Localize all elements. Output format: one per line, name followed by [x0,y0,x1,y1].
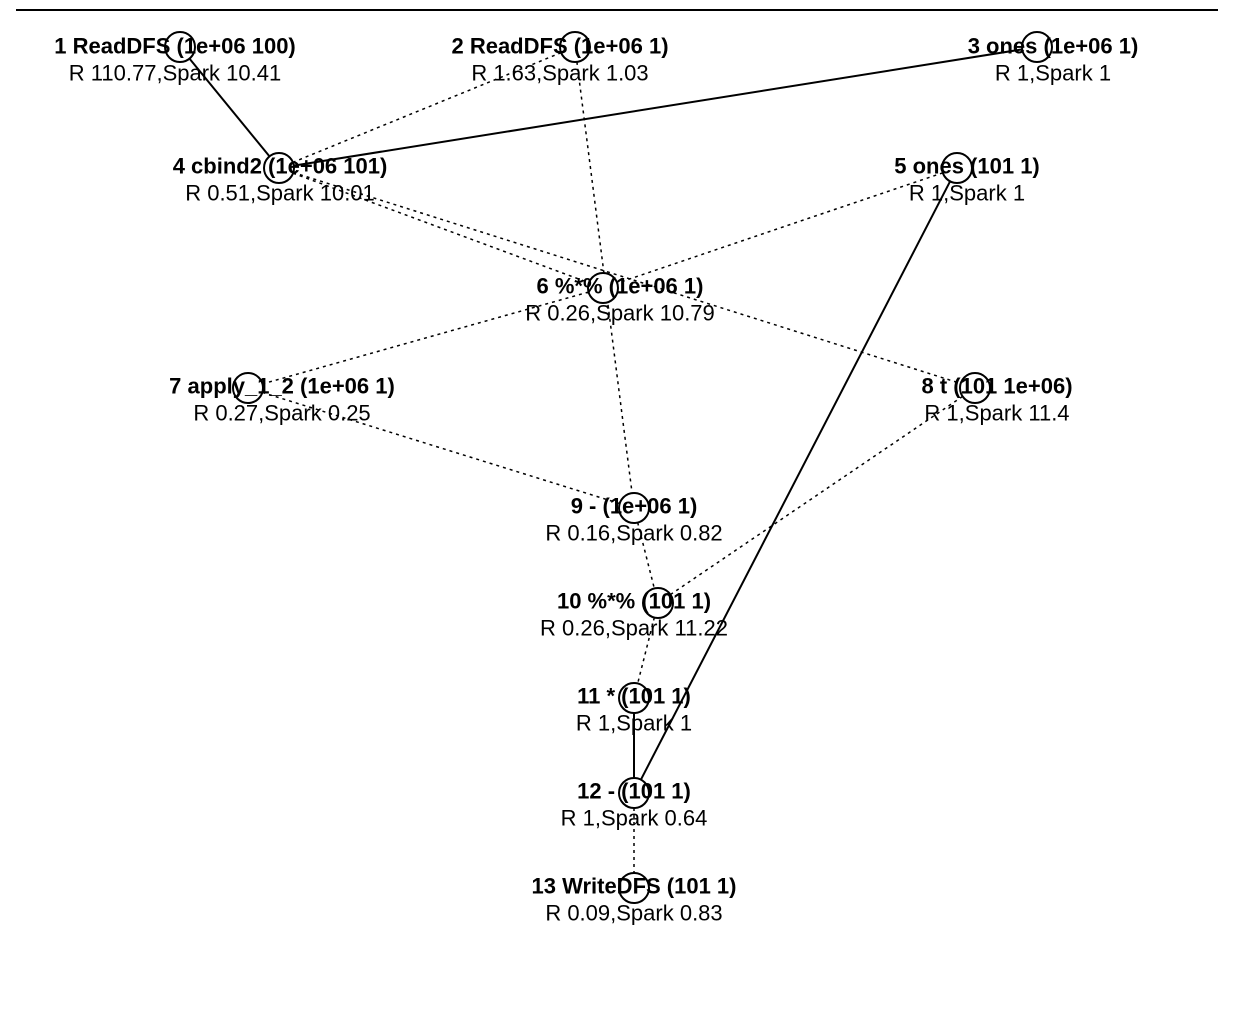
node-subtitle: R 0.51,Spark 10.01 [173,181,388,206]
node-13: 13 WriteDFS (101 1) R 0.09,Spark 0.83 [531,874,736,927]
node-title: 4 cbind2 (1e+06 101) [173,154,388,179]
node-title: 12 - (101 1) [561,779,708,804]
top-divider [16,9,1218,11]
node-8: 8 t (101 1e+06) R 1,Spark 11.4 [921,374,1072,427]
node-title: 3 ones (1e+06 1) [968,34,1139,59]
node-title: 13 WriteDFS (101 1) [531,874,736,899]
node-title: 1 ReadDFS (1e+06 100) [54,34,296,59]
node-title: 7 apply_1_2 (1e+06 1) [169,374,395,399]
node-title: 8 t (101 1e+06) [921,374,1072,399]
node-subtitle: R 0.26,Spark 10.79 [525,301,715,326]
node-subtitle: R 0.27,Spark 0.25 [169,401,395,426]
node-11: 11 * (101 1) R 1,Spark 1 [576,684,692,737]
node-subtitle: R 0.26,Spark 11.22 [540,616,728,641]
node-7: 7 apply_1_2 (1e+06 1) R 0.27,Spark 0.25 [169,374,395,427]
node-2: 2 ReadDFS (1e+06 1) R 1.63,Spark 1.03 [451,34,668,87]
node-title: 9 - (1e+06 1) [545,494,722,519]
node-title: 2 ReadDFS (1e+06 1) [451,34,668,59]
node-subtitle: R 1,Spark 1 [894,181,1040,206]
node-12: 12 - (101 1) R 1,Spark 0.64 [561,779,708,832]
node-subtitle: R 110.77,Spark 10.41 [54,61,296,86]
node-9: 9 - (1e+06 1) R 0.16,Spark 0.82 [545,494,722,547]
node-subtitle: R 1,Spark 0.64 [561,806,708,831]
node-title: 6 %*% (1e+06 1) [525,274,715,299]
node-5: 5 ones (101 1) R 1,Spark 1 [894,154,1040,207]
node-1: 1 ReadDFS (1e+06 100) R 110.77,Spark 10.… [54,34,296,87]
node-subtitle: R 0.09,Spark 0.83 [531,901,736,926]
node-subtitle: R 1,Spark 1 [968,61,1139,86]
node-4: 4 cbind2 (1e+06 101) R 0.51,Spark 10.01 [173,154,388,207]
node-title: 11 * (101 1) [576,684,692,709]
node-3: 3 ones (1e+06 1) R 1,Spark 1 [968,34,1139,87]
node-subtitle: R 1,Spark 11.4 [921,401,1072,426]
node-10: 10 %*% (101 1) R 0.26,Spark 11.22 [540,589,728,642]
node-title: 10 %*% (101 1) [540,589,728,614]
node-subtitle: R 1.63,Spark 1.03 [451,61,668,86]
node-title: 5 ones (101 1) [894,154,1040,179]
node-6: 6 %*% (1e+06 1) R 0.26,Spark 10.79 [525,274,715,327]
node-subtitle: R 0.16,Spark 0.82 [545,521,722,546]
node-subtitle: R 1,Spark 1 [576,711,692,736]
